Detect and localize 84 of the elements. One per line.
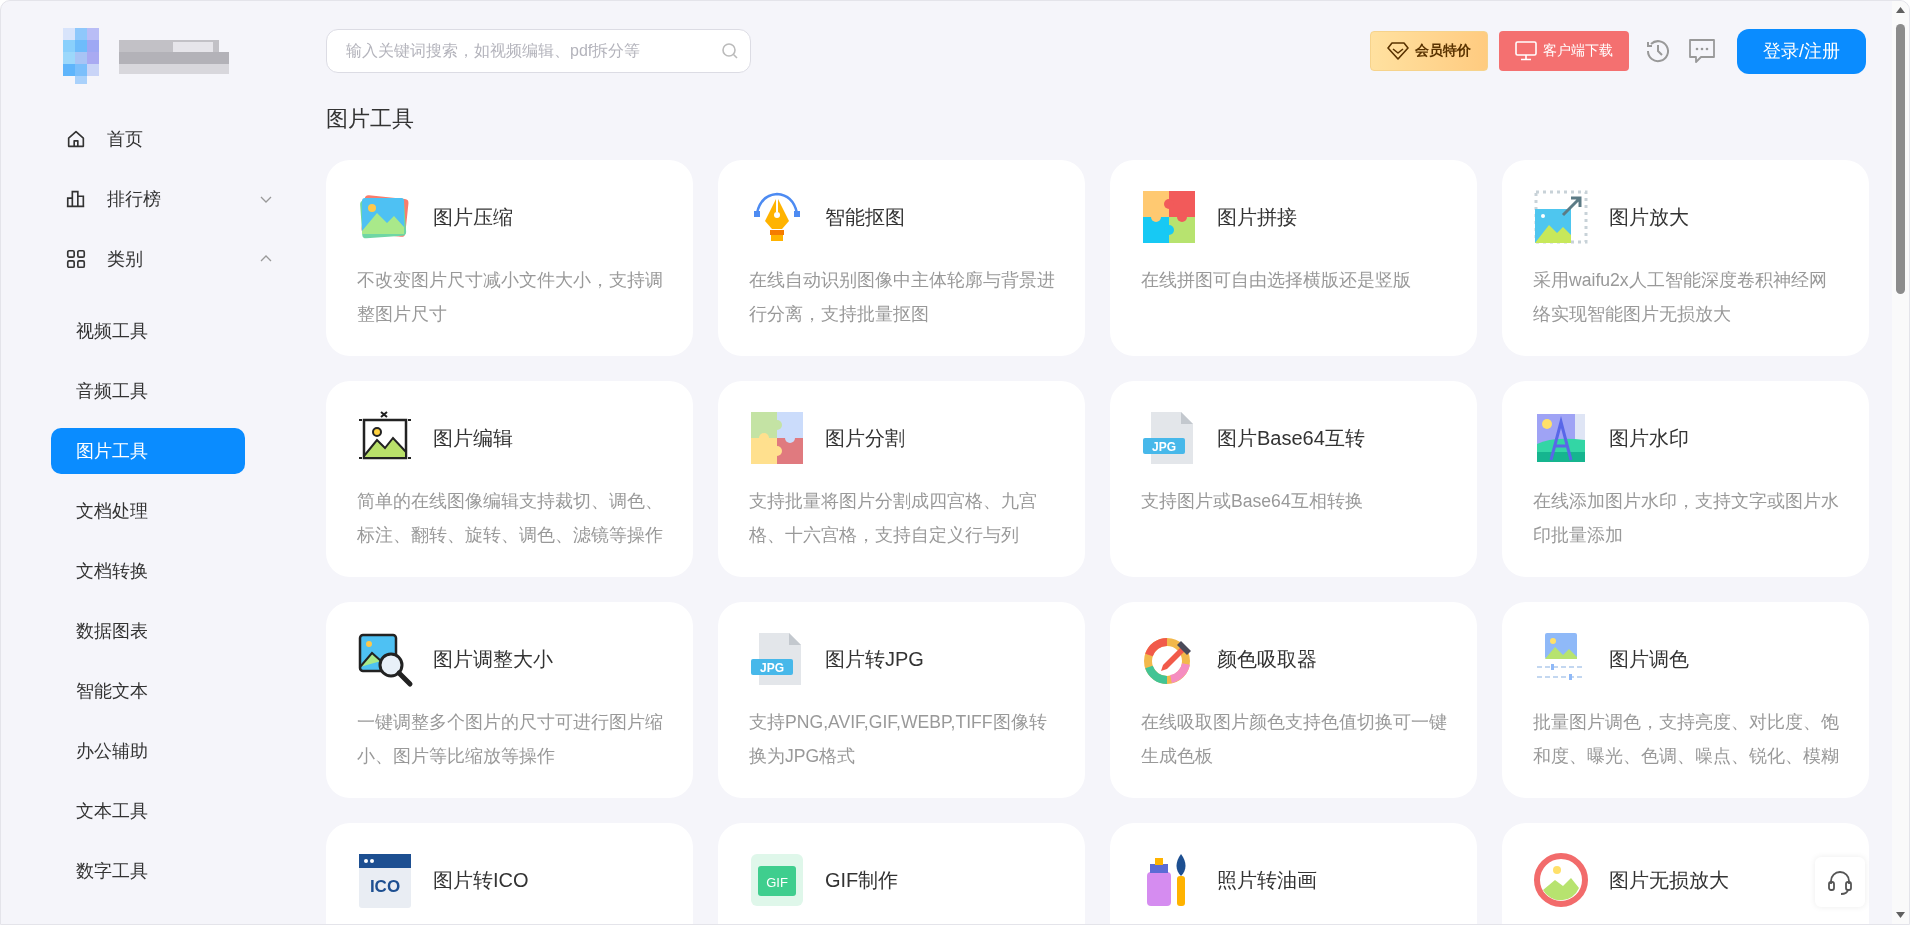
monitor-icon [1515,41,1537,61]
tool-title[interactable]: 图片Base64互转 [1217,424,1365,452]
tool-card[interactable]: 颜色吸取器 在线吸取图片颜色支持色值切换可一键生成色板 [1110,602,1477,798]
tool-title[interactable]: 图片无损放大 [1609,866,1729,894]
diamond-icon [1387,42,1409,60]
tool-card[interactable]: 图片分割 支持批量将图片分割成四宫格、九宫格、十六宫格，支持自定义行与列 [718,381,1085,577]
grid-icon [65,248,87,270]
tool-card[interactable]: 图片编辑 简单的在线图像编辑支持裁切、调色、标注、翻转、旋转、调色、滤镜等操作 [326,381,693,577]
tool-description: 在线吸取图片颜色支持色值切换可一键生成色板 [1141,711,1447,768]
tool-title[interactable]: 图片调色 [1609,645,1689,673]
tool-card[interactable]: 图片无损放大 [1502,823,1869,924]
section-title: 图片工具 [326,105,415,133]
puzzle-icon [1143,191,1195,243]
tool-card[interactable]: 图片放大 采用waifu2x人工智能深度卷积神经网络实现智能图片无损放大 [1502,160,1869,356]
support-button[interactable] [1815,857,1865,907]
sidebar-subitem[interactable]: 数据图表 [51,608,245,654]
bar-chart-icon [65,188,87,210]
gif-file-icon: GIF [751,854,803,906]
watermark-image-icon [1537,414,1585,462]
tool-card[interactable]: GIF GIF制作 [718,823,1085,924]
tool-title[interactable]: 图片水印 [1609,424,1689,452]
tool-description: 在线添加图片水印，支持文字或图片水印批量添加 [1533,490,1839,547]
headset-icon [1826,868,1854,896]
tool-card[interactable]: 照片转油画 [1110,823,1477,924]
tool-title[interactable]: 智能抠图 [825,203,905,231]
tool-title[interactable]: 图片压缩 [433,203,513,231]
sidebar-subitem[interactable]: 文档处理 [51,488,245,534]
scrollbar-thumb[interactable] [1896,24,1905,294]
tool-description: 一键调整多个图片的尺寸可进行图片缩小、图片等比缩放等操作 [357,711,663,768]
circle-image-icon [1534,853,1588,907]
tool-title[interactable]: 图片拼接 [1217,203,1297,231]
tool-title[interactable]: GIF制作 [825,866,899,894]
paint-tube-brush-icon [1147,854,1186,906]
puzzle-icon [751,412,803,464]
tool-card[interactable]: 图片调整大小 一键调整多个图片的尺寸可进行图片缩小、图片等比缩放等操作 [326,602,693,798]
tool-card[interactable]: JPG 图片Base64互转 支持图片或Base64互相转换 [1110,381,1477,577]
search-icon [721,42,739,60]
tool-description: 不改变图片尺寸减小文件大小，支持调整图片尺寸 [357,269,663,326]
tool-description: 在线拼图可自由选择横版还是竖版 [1141,269,1412,292]
tool-title[interactable]: 图片放大 [1609,203,1689,231]
tool-card[interactable]: 图片水印 在线添加图片水印，支持文字或图片水印批量添加 [1502,381,1869,577]
tool-card[interactable]: 图片压缩 不改变图片尺寸减小文件大小，支持调整图片尺寸 [326,160,693,356]
tool-card[interactable]: 图片拼接 在线拼图可自由选择横版还是竖版 [1110,160,1477,356]
tool-title[interactable]: 图片分割 [825,424,905,452]
photos-icon [359,194,409,239]
sidebar-subitem[interactable]: 文档转换 [51,548,245,594]
color-picker-icon [1144,638,1191,684]
tool-description: 批量图片调色，支持亮度、对比度、饱和度、曝光、色调、噪点、锐化、模糊 [1533,711,1839,768]
tool-description: 简单的在线图像编辑支持裁切、调色、标注、翻转、旋转、调色、滤镜等操作 [357,490,663,547]
sidebar-item[interactable]: 首页 [51,109,301,169]
tool-title[interactable]: 照片转油画 [1217,866,1317,894]
tool-title[interactable]: 图片编辑 [433,424,513,452]
tool-title[interactable]: 图片调整大小 [433,645,553,673]
ico-file-icon: ICO [359,854,411,908]
tool-card[interactable]: JPG 图片转JPG 支持PNG,AVIF,GIF,WEBP,TIFF图像转换为JPG格式 [718,602,1085,798]
image-search-icon [358,633,413,687]
scroll-up-icon[interactable] [1896,7,1905,13]
sidebar-subitem[interactable]: 视频工具 [51,308,245,354]
sidebar-subitem[interactable]: 智能文本 [51,668,245,714]
tool-card[interactable]: 图片调色 批量图片调色，支持亮度、对比度、饱和度、曝光、色调、噪点、锐化、模糊 [1502,602,1869,798]
tool-description: 支持批量将图片分割成四宫格、九宫格、十六宫格，支持自定义行与列 [749,490,1038,547]
tool-description: 在线自动识别图像中主体轮廓与背景进行分离，支持批量抠图 [749,269,1055,326]
sidebar-subitem[interactable]: 音频工具 [51,368,245,414]
tool-description: 支持图片或Base64互相转换 [1141,490,1364,513]
message-icon[interactable] [1687,36,1717,66]
tool-card[interactable]: 智能抠图 在线自动识别图像中主体轮廓与背景进行分离，支持批量抠图 [718,160,1085,356]
sidebar-subitem[interactable]: 文本工具 [51,788,245,834]
tool-title[interactable]: 图片转JPG [825,645,924,673]
sidebar-item[interactable]: 排行榜 [51,169,301,229]
home-icon [65,128,87,150]
pen-tool-icon [754,192,800,241]
sidebar-item[interactable]: 类别 [51,229,301,289]
tool-description: 支持PNG,AVIF,GIF,WEBP,TIFF图像转换为JPG格式 [749,711,1048,768]
tool-title[interactable]: 颜色吸取器 [1217,645,1317,673]
enlarge-image-icon [1534,190,1588,244]
sidebar-subitem[interactable]: 数字工具 [51,848,245,894]
search-field[interactable]: 输入关键词搜索，如视频编辑、pdf拆分等 [326,29,751,73]
sidebar-subitem[interactable]: 办公辅助 [51,728,245,774]
tool-description: 采用waifu2x人工智能深度卷积神经网络实现智能图片无损放大 [1533,269,1828,326]
vip-button[interactable]: 会员特价 [1370,31,1488,71]
tool-card[interactable]: ICO 图片转ICO [326,823,693,924]
scroll-down-icon[interactable] [1896,912,1905,918]
tool-title[interactable]: 图片转ICO [433,866,529,894]
image-edit-icon [358,411,412,460]
